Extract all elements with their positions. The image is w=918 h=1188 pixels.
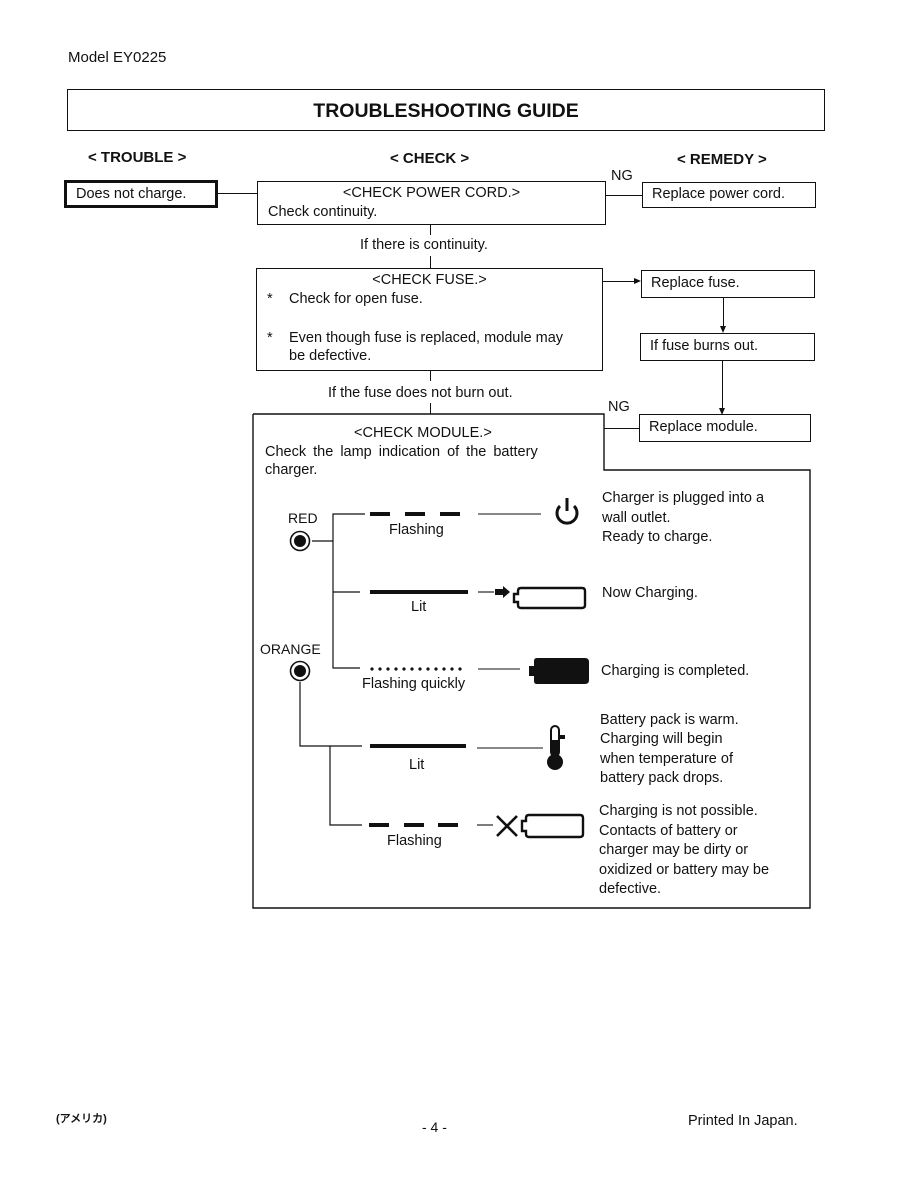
red-lamp-icon <box>289 530 311 552</box>
indication-description: Charging is not possible. Contacts of ba… <box>599 802 769 900</box>
pattern-label: Flashing quickly <box>362 676 466 692</box>
description-line: charger may be dirty or <box>599 842 749 858</box>
description-line: Charging is completed. <box>601 663 750 679</box>
description-line: Ready to charge. <box>602 529 713 545</box>
lamp-label-red: RED <box>288 510 318 526</box>
pattern-label: Flashing <box>389 522 444 538</box>
thermometer-icon <box>547 725 565 770</box>
pattern-label: Lit <box>411 599 427 615</box>
description-line: defective. <box>599 881 662 897</box>
flashing-quickly-pattern <box>370 667 462 671</box>
battery-charging-icon <box>495 586 587 610</box>
description-line: wall outlet. <box>602 509 671 526</box>
description-line: when temperature of <box>600 750 733 767</box>
indication-description: Charger is plugged into a wall outlet. R… <box>602 489 764 548</box>
lit-pattern <box>370 744 466 748</box>
page-number: - 4 - <box>422 1119 447 1135</box>
pattern-label: Flashing <box>387 833 442 849</box>
flashing-pattern <box>370 512 460 516</box>
orange-lamp-icon <box>289 660 311 682</box>
flashing-pattern <box>369 823 458 827</box>
description-line: Now Charging. <box>602 585 698 601</box>
indication-description: Now Charging. <box>602 584 698 603</box>
lamp-label-orange: ORANGE <box>260 641 321 657</box>
lit-pattern <box>370 590 468 594</box>
description-line: Charging is not possible. <box>599 803 758 819</box>
description-line: battery pack drops. <box>600 769 724 786</box>
description-line: Contacts of battery or <box>599 822 738 839</box>
indication-description: Battery pack is warm. Charging will begi… <box>600 711 739 788</box>
description-line: oxidized or battery may be <box>599 861 770 878</box>
description-line: Battery pack is warm. <box>600 712 739 728</box>
description-line: Charger is plugged into a <box>602 490 765 506</box>
battery-error-icon <box>496 813 585 839</box>
lamp-diagram <box>299 512 543 827</box>
battery-full-icon <box>529 658 589 684</box>
indication-description: Charging is completed. <box>601 662 749 681</box>
description-line: Charging will begin <box>600 731 723 748</box>
footer-region: (アメリカ) <box>56 1113 107 1125</box>
pattern-label: Lit <box>409 757 425 773</box>
power-icon <box>555 498 579 525</box>
footer-printed: Printed In Japan. <box>688 1113 798 1129</box>
